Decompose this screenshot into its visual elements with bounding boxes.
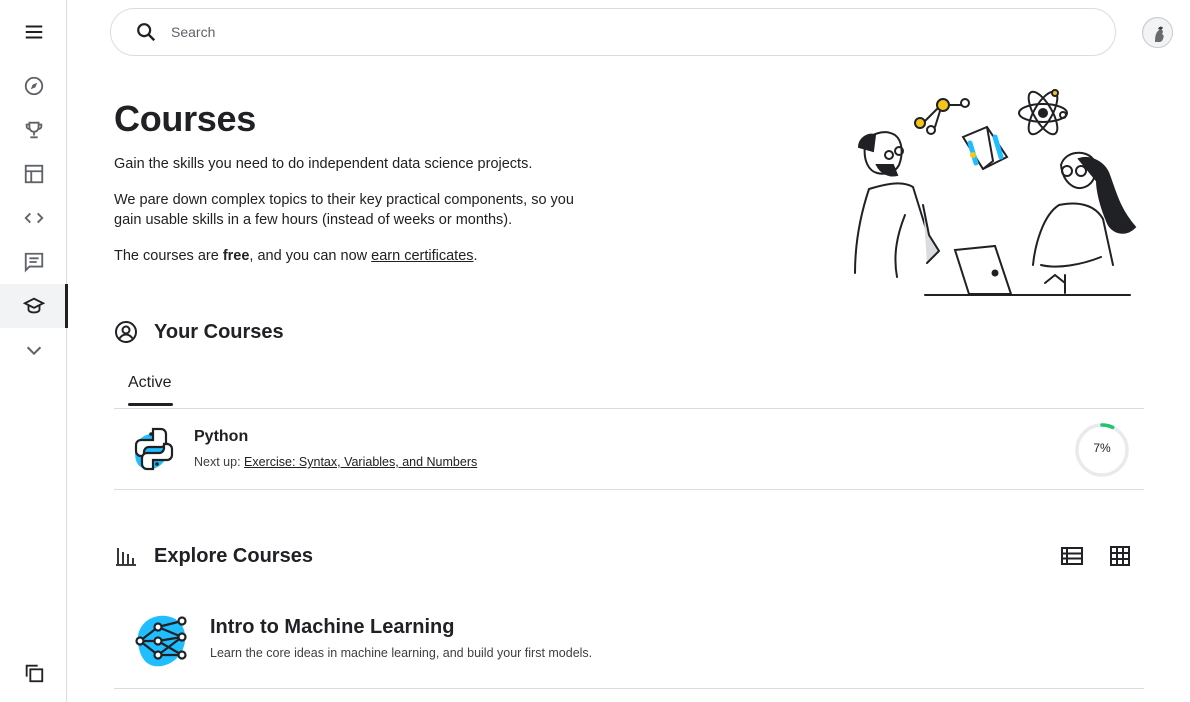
python-course-logo xyxy=(134,427,174,471)
progress-percent: 7% xyxy=(1093,441,1111,455)
next-up-link[interactable]: Exercise: Syntax, Variables, and Numbers xyxy=(244,455,477,469)
tab-active-indicator xyxy=(128,403,173,406)
comment-icon xyxy=(24,252,43,273)
sidebar-item-discussions[interactable] xyxy=(0,240,67,284)
free-emphasis: free xyxy=(222,248,250,264)
machine-learning-course-logo xyxy=(135,615,187,667)
sidebar-item-competitions-explore[interactable] xyxy=(0,64,67,108)
your-courses-title: Your Courses xyxy=(154,321,284,343)
tab-active[interactable]: Active xyxy=(128,374,172,392)
avatar-image xyxy=(1143,18,1172,47)
school-icon xyxy=(22,297,45,314)
avatar[interactable] xyxy=(1142,17,1173,48)
list-view-icon[interactable] xyxy=(1060,544,1084,568)
menu-button[interactable] xyxy=(0,10,67,54)
sidebar-item-datasets[interactable] xyxy=(0,152,67,196)
trophy-icon xyxy=(25,121,42,139)
menu-icon xyxy=(25,25,42,39)
sidebar-item-learn[interactable] xyxy=(0,284,68,328)
search-input[interactable] xyxy=(171,24,971,40)
sidebar-more-button[interactable] xyxy=(0,328,67,372)
divider xyxy=(114,408,1144,409)
table-icon xyxy=(24,164,43,184)
certificate-text: The courses are free, and you can now ea… xyxy=(114,246,614,266)
description-text: We pare down complex topics to their key… xyxy=(114,192,574,228)
grid-view-icon[interactable] xyxy=(1108,544,1132,568)
chevron-down-icon xyxy=(26,346,41,356)
course-name[interactable]: Python xyxy=(194,428,248,446)
compass-icon xyxy=(24,76,43,96)
account-circle-icon xyxy=(115,321,137,343)
next-up: Next up: Exercise: Syntax, Variables, an… xyxy=(194,455,477,469)
sidebar xyxy=(0,0,68,702)
course-description: Learn the core ideas in machine learning… xyxy=(210,646,593,660)
certificate-text-middle: , and you can now xyxy=(249,248,372,264)
code-icon xyxy=(23,212,44,224)
page-title: Courses xyxy=(114,98,256,139)
sidebar-copy-button[interactable] xyxy=(0,651,67,695)
divider xyxy=(114,688,1144,689)
intro-text: Gain the skills you need to do independe… xyxy=(114,156,533,172)
search-bar[interactable] xyxy=(110,8,1116,56)
next-up-label: Next up: xyxy=(194,455,245,469)
course-name[interactable]: Intro to Machine Learning xyxy=(210,616,454,639)
explore-courses-title: Explore Courses xyxy=(154,545,313,567)
search-icon xyxy=(137,23,156,42)
sidebar-item-code[interactable] xyxy=(0,196,67,240)
copy-icon xyxy=(25,664,43,683)
hero-illustration xyxy=(854,89,1137,296)
bar-chart-icon xyxy=(116,548,136,566)
sidebar-item-competitions[interactable] xyxy=(0,108,67,152)
certificate-text-prefix: The courses are xyxy=(114,248,223,264)
divider xyxy=(114,489,1144,490)
certificate-text-suffix: . xyxy=(473,248,478,264)
earn-certificates-link[interactable]: earn certificates xyxy=(371,248,473,264)
